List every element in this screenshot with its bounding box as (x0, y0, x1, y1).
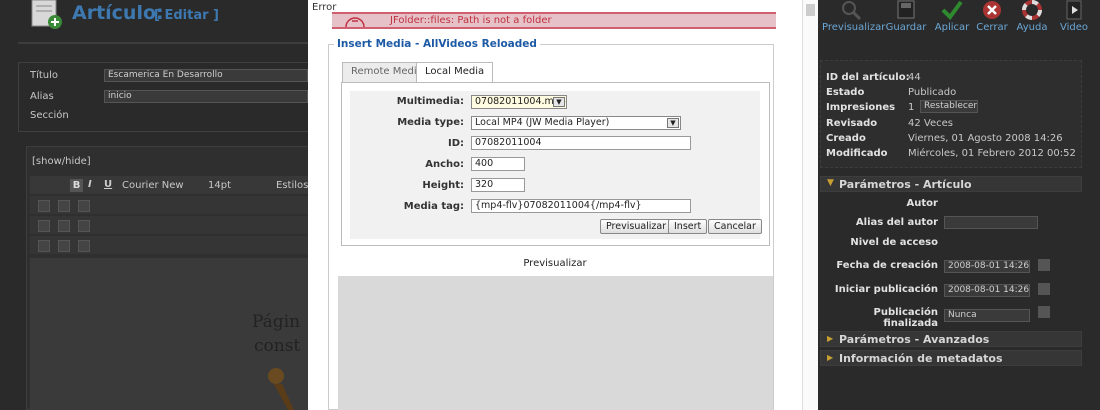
scrollbar-thumb[interactable] (806, 4, 815, 16)
floppy-icon (897, 0, 915, 19)
help-toolbar-button[interactable]: Ayuda (1008, 0, 1056, 33)
width-input[interactable]: 400 (471, 157, 525, 171)
metadata-header[interactable]: ▶ Información de metadatos (820, 350, 1082, 366)
error-message: JFolder::files: Path is not a folder (332, 12, 776, 29)
publish-down-input[interactable]: Nunca (944, 309, 1030, 322)
calendar-icon[interactable] (1038, 283, 1050, 295)
save-toolbar-button[interactable]: Guardar (882, 0, 930, 33)
param-label: Autor (906, 198, 938, 209)
info-label: ID del artículo: (826, 72, 910, 83)
param-label: Alias del autor (855, 217, 938, 228)
chevron-down-icon: ▼ (553, 97, 565, 107)
underline-button[interactable]: U (104, 179, 112, 190)
preview-heading: Previsualizar (523, 258, 587, 269)
editor-toggle-link[interactable]: [show/hide] (32, 156, 91, 167)
editor-tool-icon[interactable] (78, 220, 90, 232)
created-date-input[interactable]: 2008-08-01 14:26:00 (944, 260, 1030, 273)
film-icon (1066, 0, 1082, 20)
article-params-header[interactable]: ▼ Parámetros - Artículo (820, 176, 1082, 192)
info-label: Impresiones (826, 102, 896, 113)
info-value: 1 (908, 102, 915, 113)
insert-media-modal: Error JFolder::files: Path is not a fold… (308, 0, 818, 410)
info-value: 42 Veces (908, 118, 953, 129)
editor-tool-icon[interactable] (78, 240, 90, 252)
italic-button[interactable]: I (88, 179, 92, 190)
editor-tool-icon[interactable] (38, 220, 50, 232)
width-label: Ancho: (425, 159, 464, 170)
close-icon (983, 1, 1001, 19)
tab-local-media[interactable]: Local Media (416, 62, 494, 83)
fieldset-legend: Insert Media - AllVideos Reloaded (334, 38, 540, 50)
param-label: Publicación finalizada (873, 307, 938, 329)
id-input[interactable]: 07082011004 (471, 136, 691, 150)
multimedia-label: Multimedia: (396, 96, 464, 107)
editor-tool-icon[interactable] (58, 240, 70, 252)
editor-text-line: Págin (252, 312, 301, 332)
article-sidebar: Previsualizar Guardar Aplicar Cerrar Ayu… (818, 0, 1100, 410)
insert-button[interactable]: Insert (668, 219, 708, 234)
error-icon (345, 17, 365, 27)
magnifier-icon (842, 1, 862, 20)
editor-tool-icon[interactable] (58, 220, 70, 232)
chevron-down-icon: ▼ (667, 118, 679, 128)
info-value: Publicado (908, 87, 957, 98)
info-value: Miércoles, 01 Febrero 2012 00:52 (908, 148, 1076, 159)
preview-toolbar-button[interactable]: Previsualizar (822, 0, 885, 33)
chevron-right-icon: ▶ (827, 353, 834, 362)
modal-scrollbar[interactable] (802, 0, 818, 410)
font-size-select[interactable]: 14pt (208, 180, 231, 191)
publish-up-input[interactable]: 2008-08-01 14:26:00 (944, 284, 1030, 297)
height-input[interactable]: 320 (471, 178, 525, 192)
info-value: 44 (908, 72, 921, 83)
info-value: Viernes, 01 Agosto 2008 14:26 (908, 133, 1063, 144)
author-alias-input[interactable] (944, 216, 1038, 229)
media-tag-label: Media tag: (403, 201, 464, 212)
editor-tool-icon[interactable] (78, 200, 90, 212)
editor-tool-icon[interactable] (38, 200, 50, 212)
editor-text-line: const (254, 336, 301, 356)
info-label: Modificado (826, 148, 888, 159)
cancel-button[interactable]: Cancelar (708, 219, 762, 234)
media-type-label: Media type: (397, 117, 464, 128)
font-family-select[interactable]: Courier New (122, 180, 184, 191)
reset-hits-button[interactable]: Restablecer (920, 100, 978, 113)
advanced-params-header[interactable]: ▶ Parámetros - Avanzados (820, 331, 1082, 347)
multimedia-select[interactable]: 07082011004.mp4 ▼ (471, 95, 567, 109)
calendar-icon[interactable] (1038, 259, 1050, 271)
param-label: Iniciar publicación (834, 284, 938, 295)
info-label: Estado (826, 87, 865, 98)
chevron-right-icon: ▶ (827, 334, 834, 343)
preview-area (338, 276, 773, 410)
media-tag-input[interactable]: {mp4-flv}07082011004{/mp4-flv} (471, 199, 691, 213)
param-label: Fecha de creación (836, 260, 938, 271)
info-label: Revisado (826, 118, 878, 129)
param-label: Nivel de acceso (850, 237, 938, 248)
video-toolbar-button[interactable]: Video (1050, 0, 1098, 33)
height-label: Height: (422, 180, 464, 191)
info-label: Creado (826, 133, 866, 144)
bold-button[interactable]: B (70, 179, 83, 192)
editor-tool-icon[interactable] (58, 200, 70, 212)
media-type-select[interactable]: Local MP4 (JW Media Player) ▼ (471, 116, 681, 130)
lifebuoy-icon (1022, 0, 1042, 20)
page-title-action: [ Editar ] (154, 8, 219, 23)
style-select[interactable]: Estilos (276, 180, 308, 191)
id-label: ID: (447, 138, 464, 149)
figure-image (268, 368, 294, 410)
check-icon (941, 0, 963, 20)
article-edit-panel: Artículo: [ Editar ] Título Escamerica E… (0, 0, 318, 410)
chevron-down-icon: ▼ (827, 178, 834, 188)
preview-button[interactable]: Previsualizar (600, 219, 673, 234)
page-title: Artículo: (72, 2, 164, 24)
editor-tool-icon[interactable] (38, 240, 50, 252)
article-icon (31, 0, 62, 29)
calendar-icon[interactable] (1038, 306, 1050, 318)
